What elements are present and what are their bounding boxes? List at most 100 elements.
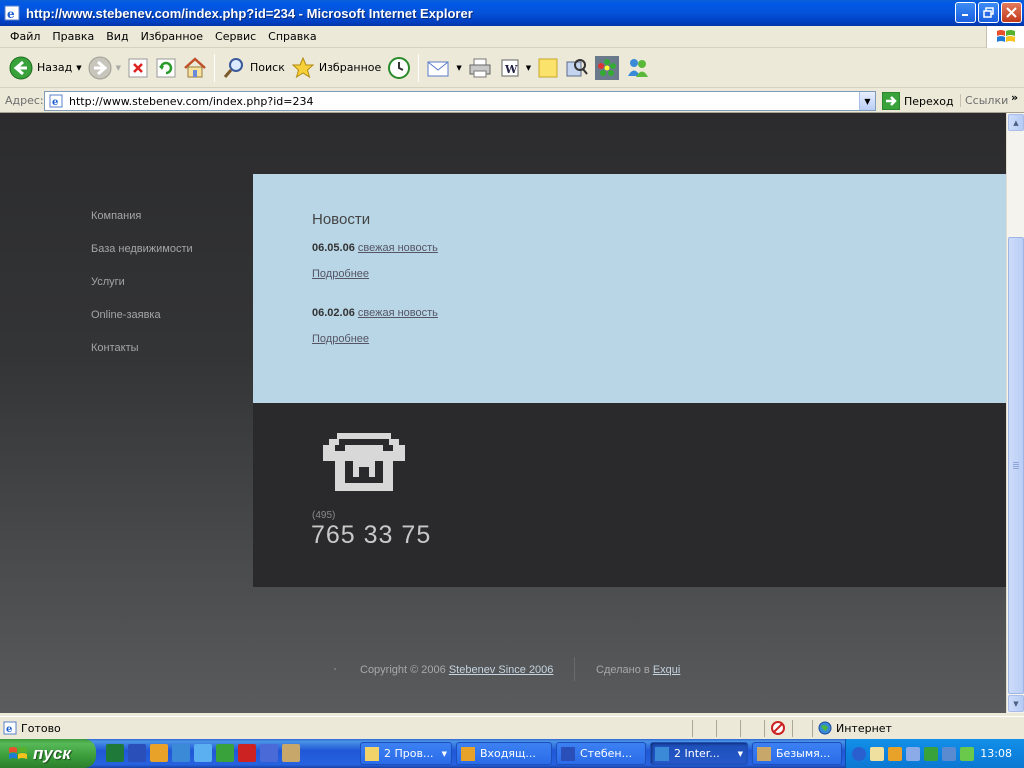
- news-item: 06.02.06 свежая новость: [312, 307, 438, 319]
- menu-favorites[interactable]: Избранное: [135, 30, 209, 43]
- outlook-icon: [461, 746, 475, 761]
- excel-icon[interactable]: [106, 744, 124, 762]
- popup-blocked-icon[interactable]: [770, 720, 786, 736]
- minimize-button[interactable]: [955, 2, 976, 23]
- nav-services[interactable]: Услуги: [91, 275, 193, 308]
- links-label[interactable]: Ссылки: [960, 94, 1008, 107]
- svg-text:W: W: [504, 63, 518, 76]
- refresh-button[interactable]: [152, 52, 180, 84]
- menu-tools[interactable]: Сервис: [209, 30, 262, 43]
- scroll-up-button[interactable]: ▲: [1008, 114, 1024, 131]
- outlook-icon[interactable]: [150, 744, 168, 762]
- print-button[interactable]: [465, 52, 495, 84]
- icq-tray-icon[interactable]: [924, 746, 938, 761]
- edit-dropdown-icon[interactable]: ▼: [526, 64, 531, 72]
- favorites-button[interactable]: Избранное: [288, 52, 384, 84]
- nav-realty-database[interactable]: База недвижимости: [91, 242, 193, 275]
- close-button[interactable]: [1001, 2, 1022, 23]
- made-by-text: Сделано в: [596, 664, 650, 676]
- mail-tray-icon[interactable]: [870, 746, 884, 761]
- news-link[interactable]: свежая новость: [358, 242, 438, 254]
- back-dropdown-icon[interactable]: ▼: [76, 64, 81, 72]
- go-button[interactable]: Переход: [882, 92, 954, 110]
- news-more-link[interactable]: Подробнее: [312, 268, 369, 280]
- search-button[interactable]: Поиск: [219, 52, 288, 84]
- history-button[interactable]: [384, 52, 414, 84]
- nav-company[interactable]: Компания: [91, 209, 193, 242]
- svg-text:e: e: [52, 97, 58, 108]
- messenger-button[interactable]: [622, 52, 654, 84]
- window-icon[interactable]: [260, 744, 278, 762]
- news-more-link[interactable]: Подробнее: [312, 333, 369, 345]
- title-bar[interactable]: e http://www.stebenev.com/index.php?id=2…: [0, 0, 1024, 26]
- globe-icon: [818, 721, 832, 735]
- news-link[interactable]: свежая новость: [358, 307, 438, 319]
- icq-button[interactable]: [592, 52, 622, 84]
- start-button[interactable]: пуск: [0, 739, 96, 768]
- footer-dot: [334, 668, 336, 670]
- stop-button[interactable]: [124, 52, 152, 84]
- address-input[interactable]: e http://www.stebenev.com/index.php?id=2…: [44, 91, 876, 111]
- device-tray-icon[interactable]: [960, 746, 974, 761]
- word-icon: [561, 746, 575, 761]
- outlook-tray-icon[interactable]: [888, 746, 902, 761]
- network-tray-icon[interactable]: [906, 746, 920, 761]
- paint-icon: [757, 746, 771, 761]
- made-by-link[interactable]: Exqui: [653, 664, 681, 676]
- menu-file[interactable]: Файл: [4, 30, 46, 43]
- status-text: Готово: [21, 721, 61, 735]
- task-button-paint[interactable]: Безымя...: [752, 742, 842, 765]
- audio-tray-icon[interactable]: [942, 746, 956, 761]
- nav-contacts[interactable]: Контакты: [91, 341, 193, 374]
- history-icon: [388, 56, 411, 79]
- research-icon: [566, 58, 588, 76]
- page-status-icon: e: [3, 721, 17, 735]
- menu-edit[interactable]: Правка: [46, 30, 100, 43]
- show-hidden-icons[interactable]: [852, 746, 866, 761]
- back-button[interactable]: Назад ▼: [6, 52, 85, 84]
- discuss-button[interactable]: [534, 52, 562, 84]
- word-icon[interactable]: [128, 744, 146, 762]
- forward-arrow-icon: [88, 56, 112, 79]
- copyright-link[interactable]: Stebenev Since 2006: [449, 664, 554, 676]
- ie-icon: e: [4, 5, 20, 21]
- copyright-text: Copyright © 2006: [360, 664, 446, 676]
- forward-dropdown-icon[interactable]: ▼: [116, 64, 121, 72]
- status-cell: [716, 720, 717, 737]
- menu-help[interactable]: Справка: [262, 30, 322, 43]
- forward-button[interactable]: ▼: [85, 52, 124, 84]
- maximize-button[interactable]: [978, 2, 999, 23]
- edit-button[interactable]: W ▼: [495, 52, 534, 84]
- system-tray: 13:08: [845, 739, 1024, 768]
- close-icon: [1006, 7, 1017, 18]
- status-cell: [792, 720, 793, 737]
- ie-icon[interactable]: [172, 744, 190, 762]
- icq-icon[interactable]: [216, 744, 234, 762]
- menu-view[interactable]: Вид: [100, 30, 134, 43]
- news-heading: Новости: [312, 211, 371, 228]
- task-label: 2 Inter...: [674, 747, 720, 760]
- nav-online-request[interactable]: Online-заявка: [91, 308, 193, 341]
- mail-button[interactable]: ▼: [423, 52, 464, 84]
- links-more-icon[interactable]: »: [1011, 91, 1018, 104]
- task-label: 2 Пров...: [384, 747, 434, 760]
- browser-icon[interactable]: [194, 744, 212, 762]
- contact-panel: (495) 765 33 75: [253, 403, 1006, 587]
- task-label: Входящ...: [480, 747, 536, 760]
- address-dropdown-icon[interactable]: ▼: [859, 92, 875, 110]
- scroll-thumb[interactable]: [1008, 237, 1024, 694]
- home-button[interactable]: [180, 52, 210, 84]
- task-button-folder[interactable]: 2 Пров... ▼: [360, 742, 452, 765]
- mail-dropdown-icon[interactable]: ▼: [456, 64, 461, 72]
- word-icon: W: [501, 59, 519, 76]
- acrobat-icon[interactable]: [238, 744, 256, 762]
- research-button[interactable]: [562, 52, 592, 84]
- app-icon[interactable]: [282, 744, 300, 762]
- phone-number: 765 33 75: [311, 521, 432, 549]
- scroll-down-button[interactable]: ▼: [1008, 695, 1024, 712]
- task-button-outlook[interactable]: Входящ...: [456, 742, 552, 765]
- task-button-word[interactable]: Стебен...: [556, 742, 646, 765]
- vertical-scrollbar[interactable]: ▲ ▼: [1006, 113, 1024, 713]
- task-button-ie[interactable]: 2 Inter... ▼: [650, 742, 748, 765]
- clock[interactable]: 13:08: [980, 747, 1012, 760]
